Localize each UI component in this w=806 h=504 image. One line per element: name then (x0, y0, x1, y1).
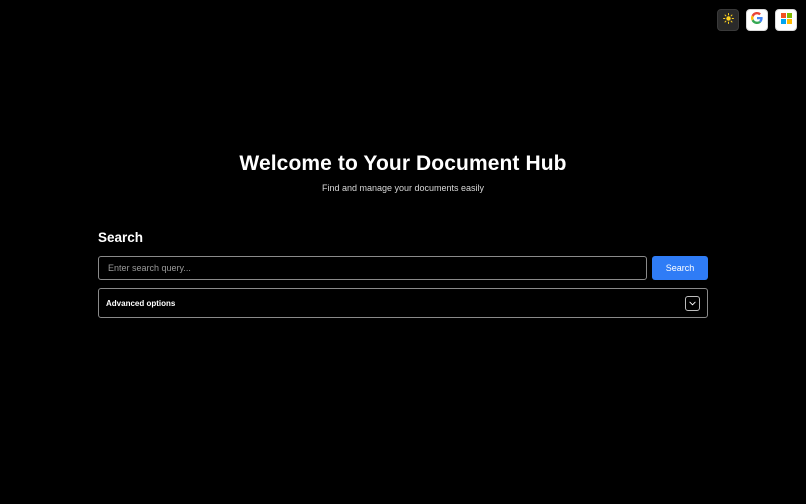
page: Welcome to Your Document Hub Find and ma… (0, 0, 806, 504)
search-row: Search (98, 256, 708, 280)
top-toolbar (717, 9, 797, 31)
google-button[interactable] (746, 9, 768, 31)
search-input[interactable] (98, 256, 647, 280)
microsoft-icon (780, 11, 792, 29)
search-section: Search Search Advanced options (98, 230, 708, 318)
search-button[interactable]: Search (652, 256, 708, 280)
sun-icon (722, 13, 734, 27)
advanced-options-toggle[interactable]: Advanced options (98, 288, 708, 318)
advanced-options-label: Advanced options (106, 298, 176, 308)
microsoft-button[interactable] (775, 9, 797, 31)
theme-toggle-button[interactable] (717, 9, 739, 31)
hero: Welcome to Your Document Hub Find and ma… (0, 152, 806, 193)
chevron-down-icon[interactable] (685, 295, 700, 311)
page-title: Welcome to Your Document Hub (239, 152, 567, 175)
google-icon (751, 11, 763, 29)
search-heading: Search (98, 230, 144, 245)
page-subtitle: Find and manage your documents easily (321, 183, 485, 193)
